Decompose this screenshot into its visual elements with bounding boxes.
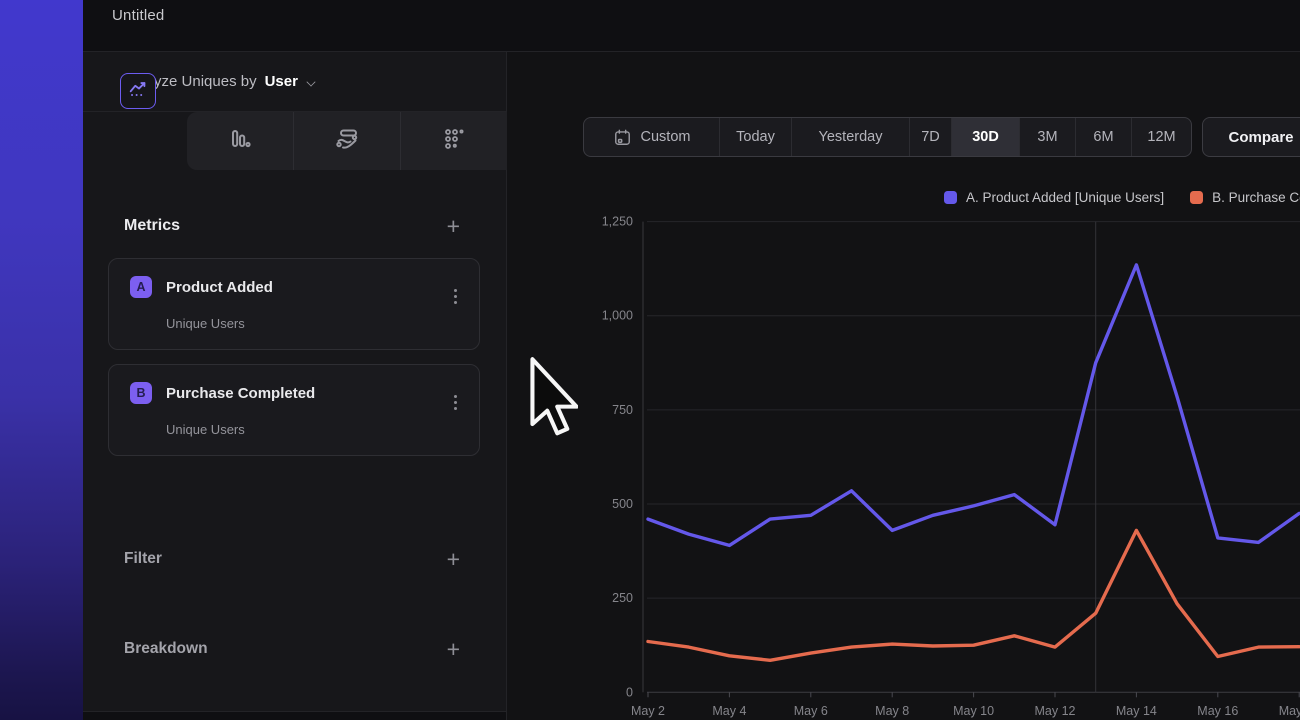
scatter-grid-icon <box>442 127 466 156</box>
chart-type-tabs <box>187 112 507 170</box>
mouse-cursor <box>528 356 578 438</box>
y-tick-label: 0 <box>626 685 633 699</box>
add-metric-button[interactable]: + <box>447 216 460 236</box>
flow-chart-icon <box>334 126 360 157</box>
x-tick-label: May 18 <box>1279 704 1300 718</box>
metric-badge: A <box>130 276 152 298</box>
metric-card[interactable]: A Product Added Unique Users <box>108 258 480 350</box>
y-tick-label: 750 <box>612 403 633 417</box>
x-tick-label: May 8 <box>875 704 909 718</box>
background-gradient <box>0 0 83 720</box>
x-tick-label: May 12 <box>1035 704 1076 718</box>
document-title[interactable]: Untitled <box>112 7 164 24</box>
tab-flow-chart[interactable] <box>293 112 400 170</box>
series-line[interactable] <box>648 265 1299 546</box>
filter-section-header: Filter + <box>124 549 460 569</box>
add-breakdown-button[interactable]: + <box>447 639 460 659</box>
metrics-heading: Metrics <box>124 217 180 235</box>
breakdown-section-header: Breakdown + <box>124 639 460 659</box>
breakdown-heading: Breakdown <box>124 640 208 658</box>
line-chart[interactable]: 0 250 500 750 1,000 1,250 May 2 May 4 May 6 May 8… <box>507 52 1300 720</box>
chevron-down-icon[interactable] <box>306 76 316 86</box>
metric-options-icon[interactable] <box>454 289 457 304</box>
y-tick-label: 250 <box>612 591 633 605</box>
line-chart-icon <box>127 78 149 105</box>
tab-line-chart[interactable] <box>120 73 156 109</box>
x-tick-label: May 6 <box>794 704 828 718</box>
metric-subtitle: Unique Users <box>166 316 245 331</box>
query-sidebar: Analyze Uniques by User <box>83 52 507 720</box>
x-tick-label: May 4 <box>712 704 746 718</box>
tab-scatter-grid[interactable] <box>400 112 507 170</box>
series-line[interactable] <box>648 530 1299 660</box>
sidebar-footer <box>83 711 506 720</box>
metric-badge: B <box>130 382 152 404</box>
y-tick-label: 500 <box>612 497 633 511</box>
x-tick-label: May 16 <box>1197 704 1238 718</box>
metrics-section-header: Metrics + <box>124 216 460 236</box>
metric-options-icon[interactable] <box>454 395 457 410</box>
tab-bar-chart[interactable] <box>187 112 293 170</box>
metric-title: Product Added <box>166 279 273 296</box>
y-tick-label: 1,000 <box>602 309 633 323</box>
y-tick-label: 1,250 <box>602 215 633 229</box>
top-bar: Untitled <box>83 0 1300 52</box>
x-tick-label: May 10 <box>953 704 994 718</box>
x-tick-label: May 2 <box>631 704 665 718</box>
metric-title: Purchase Completed <box>166 385 315 402</box>
metric-subtitle: Unique Users <box>166 422 245 437</box>
app-window: { "window": { "title": "Untitled" }, "si… <box>0 0 1300 720</box>
x-tick-label: May 14 <box>1116 704 1157 718</box>
add-filter-button[interactable]: + <box>447 549 460 569</box>
analyze-entity-dropdown[interactable]: User <box>265 73 298 90</box>
filter-heading: Filter <box>124 550 162 568</box>
metric-card[interactable]: B Purchase Completed Unique Users <box>108 364 480 456</box>
chart-panel: CustomTodayYesterday7D30D3M6M12M Compare… <box>507 52 1300 720</box>
bar-chart-icon <box>228 127 252 156</box>
